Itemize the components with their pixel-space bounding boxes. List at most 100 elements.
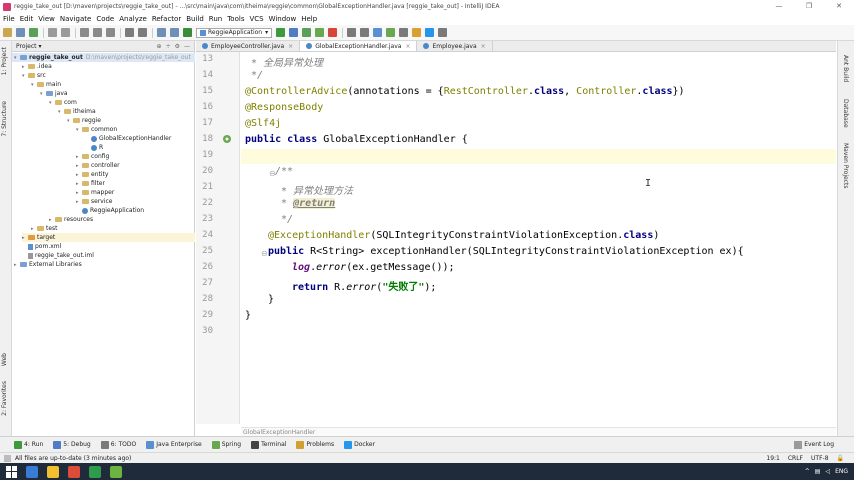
tree-item-target[interactable]: ▸ target <box>22 233 195 242</box>
lock-icon[interactable]: 🔓 <box>837 455 844 462</box>
chevron-down-icon[interactable]: ▾ <box>39 43 42 50</box>
tab-maven-projects[interactable]: Maven Projects <box>842 143 849 188</box>
maximize-button[interactable]: ❐ <box>794 0 824 13</box>
tool-debug[interactable]: 5: Debug <box>53 440 91 449</box>
plugin-icon[interactable] <box>412 28 422 37</box>
tree-item-entity[interactable]: ▸ entity <box>76 170 108 179</box>
docker-icon[interactable] <box>425 28 435 37</box>
tree-item-config[interactable]: ▸ config <box>76 152 109 161</box>
folder-icon[interactable] <box>47 465 59 478</box>
back-icon[interactable] <box>157 28 166 37</box>
replace-icon[interactable] <box>138 28 147 37</box>
tab-ant-build[interactable]: Ant Build <box>842 55 849 82</box>
close-icon[interactable]: × <box>481 43 486 50</box>
tab-employee-controller[interactable]: EmployeeController.java × <box>196 41 301 51</box>
tree-item-main[interactable]: ▾ main <box>31 80 61 89</box>
event-log-button[interactable]: Event Log <box>794 440 834 449</box>
tool-run[interactable]: 4: Run <box>14 440 43 449</box>
tree-item-filter[interactable]: ▸ filter <box>76 179 105 188</box>
tree-item-service[interactable]: ▸ service <box>76 197 113 206</box>
tab-project[interactable]: 1: Project <box>1 47 8 75</box>
menu-run[interactable]: Run <box>209 15 222 23</box>
menu-file[interactable]: File <box>3 15 15 23</box>
caret-position[interactable]: 19:1 <box>766 455 779 462</box>
tree-item-reggie-application[interactable]: ReggieApplication <box>82 206 144 215</box>
menu-refactor[interactable]: Refactor <box>152 15 181 23</box>
open-folder-icon[interactable] <box>3 28 12 37</box>
tree-item-mapper[interactable]: ▸ mapper <box>76 188 114 197</box>
tab-structure[interactable]: 7: Structure <box>1 101 8 137</box>
menu-build[interactable]: Build <box>186 15 204 23</box>
run-icon[interactable] <box>276 28 286 37</box>
hide-icon[interactable]: — <box>184 43 190 50</box>
coverage-icon[interactable] <box>302 28 312 37</box>
tree-item-common[interactable]: ▾ common <box>76 125 117 134</box>
collapse-icon[interactable]: ÷ <box>166 43 171 50</box>
file-explorer-icon[interactable] <box>26 465 38 478</box>
breadcrumb[interactable]: GlobalExceptionHandler <box>241 427 836 436</box>
tree-item-src[interactable]: ▾ src <box>22 71 46 80</box>
locate-icon[interactable]: ⊕ <box>157 43 162 50</box>
sdk-icon[interactable] <box>373 28 383 37</box>
debug-icon[interactable] <box>289 28 299 37</box>
tool-terminal[interactable]: Terminal <box>251 440 286 449</box>
menu-analyze[interactable]: Analyze <box>119 15 147 23</box>
close-icon[interactable]: × <box>405 43 410 50</box>
find-icon[interactable] <box>125 28 134 37</box>
help-icon[interactable] <box>399 28 409 37</box>
network-icon[interactable]: ▤ <box>815 468 821 475</box>
search-everywhere-icon[interactable] <box>438 28 448 37</box>
settings-icon[interactable] <box>360 28 370 37</box>
run-configuration-select[interactable]: ReggieApplication ▾ <box>196 27 273 38</box>
tool-windows-icon[interactable] <box>4 454 11 462</box>
spring-bean-icon[interactable] <box>222 134 232 144</box>
close-button[interactable]: ✕ <box>824 0 854 13</box>
tab-web[interactable]: Web <box>1 353 8 366</box>
volume-icon[interactable]: ◁ <box>825 468 830 475</box>
tool-spring[interactable]: Spring <box>211 440 241 449</box>
tree-item-pom[interactable]: pom.xml <box>28 242 61 251</box>
tree-item-iml[interactable]: reggie_take_out.iml <box>28 251 94 260</box>
tray-up-icon[interactable]: ^ <box>805 468 810 475</box>
tab-favorites[interactable]: 2: Favorites <box>1 381 8 416</box>
gear-icon[interactable]: ⚙ <box>175 43 180 50</box>
android-icon[interactable] <box>110 465 122 478</box>
build-icon[interactable] <box>183 28 192 37</box>
file-encoding[interactable]: UTF-8 <box>811 455 829 462</box>
line-separator[interactable]: CRLF <box>788 455 803 462</box>
copy-icon[interactable] <box>93 28 102 37</box>
close-icon[interactable]: × <box>288 43 293 50</box>
tool-java-enterprise[interactable]: Java Enterprise <box>146 440 202 449</box>
menu-code[interactable]: Code <box>96 15 114 23</box>
tree-item-r[interactable]: R <box>91 143 103 152</box>
media-icon[interactable] <box>89 465 101 478</box>
menu-edit[interactable]: Edit <box>20 15 34 23</box>
tab-employee[interactable]: Employee.java × <box>417 41 493 51</box>
menu-vcs[interactable]: VCS <box>249 15 263 23</box>
menu-window[interactable]: Window <box>269 15 297 23</box>
stop-icon[interactable] <box>328 28 338 37</box>
tree-item-reggie[interactable]: ▾ reggie <box>67 116 101 125</box>
paste-icon[interactable] <box>106 28 115 37</box>
menu-navigate[interactable]: Navigate <box>60 15 91 23</box>
undo-icon[interactable] <box>48 28 57 37</box>
tree-item-java[interactable]: ▾ java <box>40 89 68 98</box>
tab-global-exception-handler[interactable]: GlobalExceptionHandler.java × <box>300 41 418 51</box>
tree-item-test[interactable]: ▸ test <box>31 224 58 233</box>
menu-view[interactable]: View <box>38 15 55 23</box>
menu-tools[interactable]: Tools <box>227 15 244 23</box>
save-all-icon[interactable] <box>16 28 25 37</box>
forward-icon[interactable] <box>170 28 179 37</box>
tree-root[interactable]: ▾ reggie_take_out D:\maven\projects\regg… <box>12 53 195 62</box>
redo-icon[interactable] <box>61 28 70 37</box>
fold-marker-icon[interactable]: ⊖ <box>261 249 268 258</box>
tool-problems[interactable]: Problems <box>296 440 334 449</box>
profile-icon[interactable] <box>315 28 325 37</box>
cut-icon[interactable] <box>80 28 89 37</box>
tab-database[interactable]: Database <box>842 99 849 128</box>
project-structure-icon[interactable] <box>347 28 357 37</box>
input-language[interactable]: ENG <box>835 468 848 475</box>
sync-icon[interactable] <box>29 28 38 37</box>
tree-item-global-exception-handler[interactable]: GlobalExceptionHandler <box>91 134 171 143</box>
tool-docker[interactable]: Docker <box>344 440 375 449</box>
